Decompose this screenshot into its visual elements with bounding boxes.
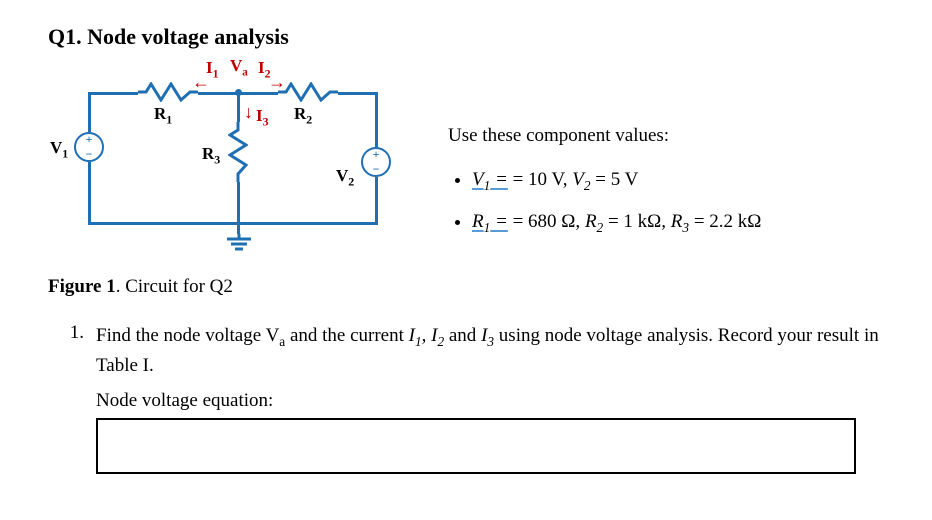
figure-wrapper: V1 V2 R1 R2 R3 I1 Va I2 I3 ← → ↓ Figure … — [48, 62, 408, 298]
label-i3: I3 — [256, 106, 269, 129]
resistor-r2 — [278, 82, 338, 102]
node-voltage-equation-section: Node voltage equation: — [96, 390, 884, 474]
nveq-answer-box[interactable] — [96, 418, 856, 474]
label-r3: R3 — [202, 144, 220, 167]
values-line-voltages: V1 = = 10 V, V2 = 5 V — [472, 162, 761, 198]
question-title: Q1. Node voltage analysis — [48, 24, 884, 50]
label-v1: V1 — [50, 138, 68, 161]
figure-caption: Figure 1. Circuit for Q2 — [48, 276, 408, 298]
arrow-i2: → — [268, 72, 286, 93]
arrow-i3: ↓ — [244, 102, 253, 123]
resistor-r3 — [228, 122, 248, 182]
task-1: 1. Find the node voltage Va and the curr… — [48, 322, 884, 380]
voltage-source-v1 — [74, 132, 104, 162]
ground-icon — [224, 234, 254, 259]
label-va: Va — [230, 56, 248, 78]
label-v2: V2 — [336, 166, 354, 189]
voltage-source-v2 — [361, 147, 391, 177]
task-number: 1. — [48, 322, 96, 380]
resistor-r1 — [138, 82, 198, 102]
task-body: Find the node voltage Va and the current… — [96, 322, 884, 380]
component-values: Use these component values: V1 = = 10 V,… — [448, 118, 761, 246]
page: Q1. Node voltage analysis — [0, 0, 932, 520]
arrow-i1: ← — [192, 72, 210, 93]
values-line-resistors: R1 = = 680 Ω, R2 = 1 kΩ, R3 = 2.2 kΩ — [472, 204, 761, 240]
label-r1: R1 — [154, 104, 172, 127]
values-heading: Use these component values: — [448, 118, 761, 154]
circuit-diagram: V1 V2 R1 R2 R3 I1 Va I2 I3 ← → ↓ — [58, 62, 398, 262]
figure-row: V1 V2 R1 R2 R3 I1 Va I2 I3 ← → ↓ Figure … — [48, 62, 884, 298]
nveq-label: Node voltage equation: — [96, 390, 884, 412]
label-r2: R2 — [294, 104, 312, 127]
